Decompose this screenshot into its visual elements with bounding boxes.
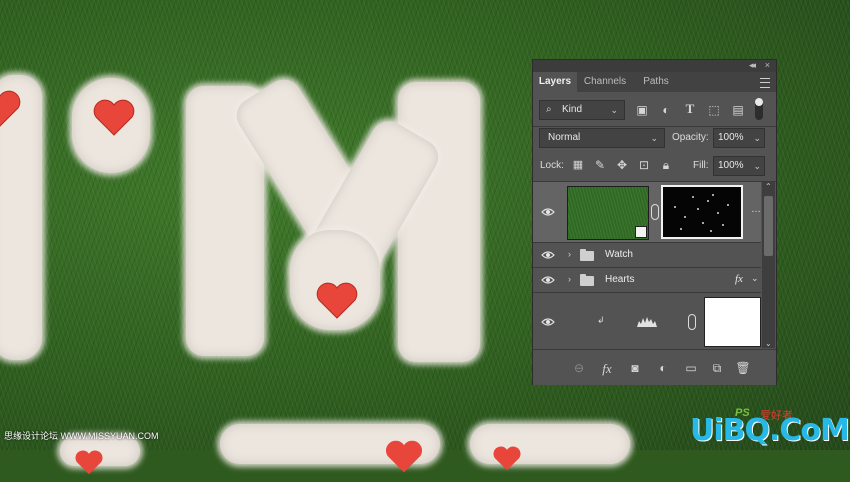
watermark-right: UiBQ.CoM: [690, 413, 850, 448]
filter-pixel-icon[interactable]: ▣: [635, 103, 649, 117]
mask-specks: [674, 194, 729, 232]
blend-mode-select[interactable]: Normal ⌄: [539, 128, 665, 148]
layer-name-watch[interactable]: Watch: [605, 249, 633, 260]
filter-kind-select[interactable]: ⌕ Kind ⌄: [539, 100, 625, 120]
close-icon[interactable]: ×: [765, 60, 770, 70]
fur-letter-m-right-stem: [398, 82, 480, 362]
opacity-label: Opacity:: [672, 132, 709, 143]
layer-mask-thumbnail[interactable]: [661, 185, 743, 239]
scrollbar-thumb[interactable]: [764, 196, 773, 256]
collapse-icon[interactable]: ◂◂: [749, 60, 756, 71]
add-mask-icon[interactable]: ◙: [627, 361, 643, 375]
panel-titlebar: ◂◂ ×: [533, 60, 776, 72]
layer-thumbnail-grass[interactable]: [567, 186, 649, 240]
layer-row-watch[interactable]: › Watch: [533, 243, 761, 267]
fill-label: Fill:: [693, 160, 709, 171]
panel-menu-icon[interactable]: [760, 78, 770, 88]
divider: [533, 126, 776, 127]
new-group-folder-icon[interactable]: ▭: [683, 361, 699, 375]
layers-panel: ◂◂ × Layers Channels Paths ⌕ Kind ⌄ ▣ ◐ …: [532, 59, 777, 385]
folder-icon: [580, 249, 594, 261]
search-icon: ⌕: [546, 104, 552, 115]
heart-icon: [93, 99, 135, 136]
eye-icon[interactable]: [541, 317, 555, 327]
eye-icon[interactable]: [541, 275, 555, 285]
more-dots: …: [751, 204, 761, 215]
smart-object-badge-icon: [635, 226, 647, 238]
chevron-down-icon: ⌄: [753, 133, 761, 143]
levels-histogram-icon[interactable]: [637, 315, 657, 327]
lock-all-icon[interactable]: 🔒︎: [659, 158, 673, 172]
lock-position-icon[interactable]: ✥: [615, 158, 629, 172]
layer-row-grass[interactable]: …: [533, 182, 761, 242]
fill-value: 100%: [718, 160, 744, 171]
layers-scrollbar[interactable]: ⌃ ⌄: [762, 182, 775, 348]
blend-mode-value: Normal: [548, 132, 581, 143]
panel-tabs: Layers Channels Paths: [533, 72, 776, 92]
fx-icon[interactable]: fx: [599, 361, 615, 377]
chevron-down-icon: ⌄: [610, 105, 618, 115]
filter-smartobject-icon[interactable]: ▤: [731, 103, 745, 117]
filter-toggle[interactable]: [755, 98, 763, 120]
opacity-field[interactable]: 100% ⌄: [713, 128, 765, 148]
folder-icon: [580, 274, 594, 286]
chain-link-icon[interactable]: [651, 204, 659, 220]
expand-arrow-icon[interactable]: ›: [568, 274, 571, 284]
heart-icon: [75, 450, 103, 475]
lock-label: Lock:: [540, 160, 564, 171]
filter-kind-label: Kind: [562, 104, 583, 115]
scroll-up-icon[interactable]: ⌃: [765, 182, 772, 191]
tab-paths[interactable]: Paths: [633, 72, 679, 92]
filter-toggle-knob: [755, 98, 763, 106]
heart-icon: [385, 440, 423, 473]
tab-channels[interactable]: Channels: [579, 72, 631, 92]
heart-icon: [493, 446, 521, 471]
panel-footer: ⊖ fx ◙ ◐ ▭ ⧉ 🗑︎: [533, 349, 776, 385]
fill-field[interactable]: 100% ⌄: [713, 156, 765, 176]
eye-icon[interactable]: [541, 250, 555, 260]
heart-icon: [316, 282, 358, 319]
lock-image-icon[interactable]: ✎: [593, 158, 607, 172]
filter-type-icon[interactable]: T: [683, 102, 697, 116]
layer-name-hearts[interactable]: Hearts: [605, 274, 634, 285]
link-icon[interactable]: ⊖: [571, 361, 587, 375]
watermark-left: 思缘设计论坛 WWW.MISSYUAN.COM: [4, 431, 159, 441]
lock-transparent-icon[interactable]: ▦: [571, 158, 585, 172]
adjustment-mask-thumbnail[interactable]: [704, 297, 761, 347]
new-layer-icon[interactable]: ⧉: [709, 361, 725, 376]
trash-icon[interactable]: 🗑︎: [735, 361, 751, 375]
lock-artboard-icon[interactable]: ⊡: [637, 158, 651, 172]
heart-icon: [0, 90, 21, 127]
expand-arrow-icon[interactable]: ›: [568, 249, 571, 259]
filter-adjustment-icon[interactable]: ◐: [659, 103, 673, 117]
adjustment-icon[interactable]: ◐: [655, 361, 671, 375]
chevron-down-icon: ⌄: [753, 161, 761, 171]
filter-shape-icon[interactable]: ⬚: [707, 103, 721, 117]
tab-layers[interactable]: Layers: [533, 72, 577, 92]
chevron-down-icon: ⌄: [650, 133, 658, 143]
clipping-arrow-icon: ↲: [597, 315, 605, 325]
layer-row-hearts[interactable]: › Hearts fx ⌄: [533, 268, 761, 292]
fx-badge[interactable]: fx: [735, 273, 743, 285]
chain-link-icon[interactable]: [688, 314, 696, 330]
opacity-value: 100%: [718, 132, 744, 143]
scroll-down-icon[interactable]: ⌄: [765, 339, 772, 348]
chevron-down-icon[interactable]: ⌄: [751, 273, 759, 284]
layer-row-levels[interactable]: ↲: [533, 293, 761, 349]
eye-icon[interactable]: [541, 207, 555, 217]
